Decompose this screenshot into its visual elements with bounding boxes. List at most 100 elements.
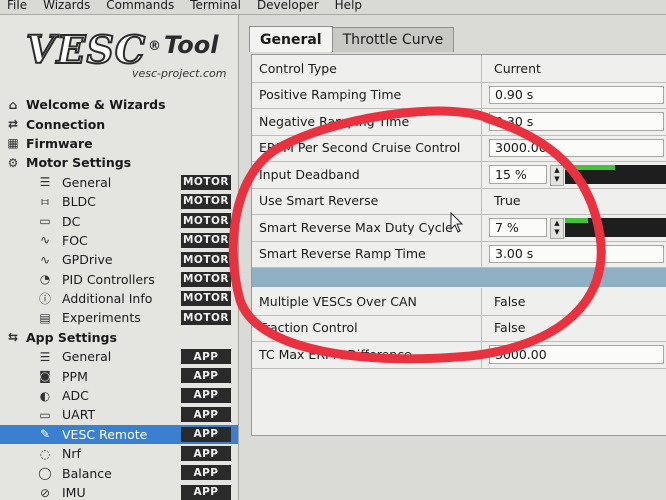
sidebar-item-gpdrive[interactable]: ∿ GPDrive MOTOR [0,250,238,269]
sidebar-item-label: Additional Info [62,291,153,307]
sidebar-item-firmware[interactable]: ▦ Firmware [0,134,238,153]
type-badge: MOTOR [181,310,231,326]
param-label: Negative Ramping Time [252,108,482,135]
param-label: Smart Reverse Max Duty Cycle [252,214,482,241]
logo-brand: VESC [25,26,147,73]
param-row[interactable]: Control Type Current [252,55,666,83]
param-value-select[interactable]: Current [489,59,664,78]
sidebar-item-nrf[interactable]: ◌ Nrf APP [0,444,238,463]
parameter-table: Control Type Current Positive Ramping Time… [251,54,666,436]
sidebar-item-label: FOC [62,232,88,248]
type-badge: MOTOR [181,193,231,209]
param-row[interactable]: Traction Control False [252,314,666,342]
info-icon: ⓘ [38,292,51,307]
param-value-input[interactable]: 3.00 s [489,244,664,263]
menu-developer[interactable]: Developer [250,0,328,12]
sidebar-item-label: ADC [62,388,89,404]
param-value-select[interactable]: False [489,319,664,338]
param-row[interactable]: Multiple VESCs Over CAN False [252,288,666,316]
param-value-select[interactable]: False [489,292,664,311]
param-value-input[interactable]: 0.90 s [489,85,664,104]
sidebar-item-label: VESC Remote [62,426,148,442]
param-row[interactable]: Smart Reverse Ramp Time 3.00 s [252,240,666,268]
sidebar-item-label: Experiments [62,310,141,326]
type-badge: MOTOR [181,174,231,190]
param-label: Traction Control [252,314,482,341]
type-badge: APP [181,349,231,365]
sidebar-item-bldc[interactable]: ⧦ BLDC MOTOR [0,192,238,211]
connection-icon: ⇄ [7,117,19,132]
menu-file[interactable]: File [0,0,36,12]
imu-icon: ⊘ [39,485,51,500]
menu-terminal[interactable]: Terminal [183,0,250,12]
menu-commands[interactable]: Commands [99,0,183,12]
sidebar-item-vesc-remote[interactable]: ✎ VESC Remote APP [0,424,238,445]
type-badge: MOTOR [181,252,231,268]
vesc-tool-logo: VESC ® Tool vesc-project.com [14,21,238,91]
sidebar-item-welcome-wizards[interactable]: ⌂ Welcome & Wizards [0,95,238,114]
sidebar-item-label: Motor Settings [26,155,132,171]
sidebar-item-label: Connection [26,116,106,132]
sidebar-item-label: DC [62,213,81,229]
sidebar-item-label: GPDrive [62,252,113,268]
sidebar-item-experiments[interactable]: ▤ Experiments MOTOR [0,308,238,327]
sidebar-item-label: General [62,174,112,190]
type-badge: MOTOR [181,271,231,287]
param-value-input[interactable]: 7 % [489,218,547,237]
param-label: Positive Ramping Time [252,81,482,108]
level-bar-fill [565,165,615,170]
tab-throttle-curve[interactable]: Throttle Curve [331,27,455,52]
menu-help[interactable]: Help [328,0,371,12]
sidebar-item-label: IMU [62,485,86,500]
param-row[interactable]: TC Max ERPM Difference 3000.00 [252,341,666,369]
home-icon: ⌂ [8,97,18,112]
sidebar: VESC ® Tool vesc-project.com ⌂ Welcome & … [0,15,239,500]
sidebar-item-ppm[interactable]: ◙ PPM APP [0,366,238,385]
spinbox-arrows-icon[interactable]: ▲ ▼ [550,165,564,186]
logo-reg: ® [148,39,161,54]
sidebar-item-label: Welcome & Wizards [26,97,166,113]
level-bar-fill [565,218,589,223]
param-row[interactable]: ERPM Per Second Cruise Control 3000.00 [252,134,666,162]
sidebar-item-pid-controllers[interactable]: ◔ PID Controllers MOTOR [0,270,238,289]
sidebar-item-uart[interactable]: ▭ UART APP [0,405,238,424]
sidebar-item-motor-settings[interactable]: ⚙ Motor Settings [0,153,238,172]
sidebar-item-connection[interactable]: ⇄ Connection [0,114,238,133]
param-value-input[interactable]: 3000.00 [489,345,664,364]
param-value-input[interactable]: 3000.00 [489,138,664,157]
param-value-input[interactable]: 0.30 s [489,112,664,131]
sidebar-item-general[interactable]: ☰ General APP [0,347,238,366]
sidebar-item-additional-info[interactable]: ⓘ Additional Info MOTOR [0,289,238,308]
calculator-icon: ▤ [39,310,51,325]
sidebar-item-foc[interactable]: ∿ FOC MOTOR [0,231,238,250]
spinbox-arrows-icon[interactable]: ▲ ▼ [550,218,564,239]
wireless-icon: ◌ [39,446,51,461]
type-badge: MOTOR [181,232,231,248]
app-settings-icon: ⇆ [7,330,19,345]
param-row[interactable]: Input Deadband 15 % ▲ ▼ [252,161,666,189]
sidebar-item-label: App Settings [26,329,117,345]
param-label: Multiple VESCs Over CAN [252,288,482,315]
sidebar-item-general[interactable]: ☰ General MOTOR [0,173,238,192]
param-row[interactable]: Use Smart Reverse True [252,187,666,215]
param-row[interactable]: Positive Ramping Time 0.90 s [252,81,666,109]
param-value-select[interactable]: True [489,192,664,211]
firmware-icon: ▦ [7,136,19,151]
param-value-input[interactable]: 15 % [489,165,547,184]
type-badge: APP [181,446,231,462]
param-label: TC Max ERPM Difference [252,341,482,368]
sidebar-item-app-settings[interactable]: ⇆ App Settings [0,328,238,347]
menu-wizards[interactable]: Wizards [36,0,99,12]
param-label: Input Deadband [252,161,482,188]
sidebar-item-adc[interactable]: ◐ ADC APP [0,386,238,405]
sidebar-item-balance[interactable]: ◯ Balance APP [0,463,238,482]
param-row[interactable]: Negative Ramping Time 0.30 s [252,108,666,136]
tab-general[interactable]: General [249,26,333,52]
mouse-cursor-icon [450,212,464,233]
foc-icon: ∿ [39,233,51,248]
level-bar [565,218,666,237]
type-badge: MOTOR [181,213,231,229]
sidebar-item-imu[interactable]: ⊘ IMU APP [0,483,238,500]
sidebar-item-dc[interactable]: ▭ DC MOTOR [0,211,238,230]
remote-icon: ✎ [39,427,51,442]
